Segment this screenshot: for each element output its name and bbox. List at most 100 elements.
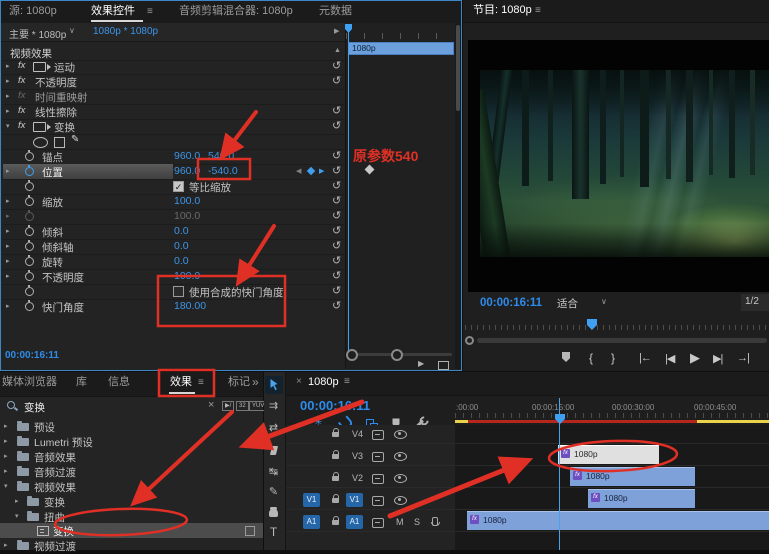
effect-row-transform[interactable]: ▾ fx 变换 ↺ [2,119,346,135]
opacity-value[interactable]: 100.0 [174,270,200,282]
stopwatch-icon[interactable] [25,242,34,251]
collapse-icon[interactable]: ▲ [334,47,341,54]
sync-lock-icon[interactable] [372,452,384,462]
zoom-handle-left[interactable] [346,349,358,361]
caret-down-icon[interactable]: ∨ [69,26,75,35]
add-marker-icon[interactable] [562,352,570,362]
prop-row-position[interactable]: ▸ 位置 960.0 -540.0 ◀ ▶ ↺ [2,164,346,180]
prop-row-skew[interactable]: ▸ 倾斜 0.0 ↺ [2,224,346,240]
prop-row-shutter-angle[interactable]: ▸ 快门角度 180.00 ↺ [2,299,346,314]
twirl-icon[interactable]: ▸ [4,467,8,475]
reset-icon[interactable]: ↺ [332,284,341,297]
position-x-value[interactable]: 960.0 [174,165,200,177]
shutter-angle-value[interactable]: 180.00 [174,300,206,312]
sequence-clip-label[interactable]: 1080p * 1080p [93,26,158,37]
source-patch-v1[interactable]: V1 [303,493,320,507]
reset-icon[interactable]: ↺ [332,194,341,207]
program-timecode[interactable]: 00:00:16:11 [480,297,542,309]
twirl-icon[interactable]: ▸ [4,422,8,430]
tree-item-lumetri-presets[interactable]: ▸ Lumetri 预设 [0,434,263,449]
twirl-icon[interactable]: ▸ [6,227,10,235]
prop-row-opacity[interactable]: ▸ 不透明度 100.0 ↺ [2,269,346,285]
toggle-output-eye-icon[interactable] [394,430,407,439]
zoom-handle-right[interactable] [391,349,403,361]
skew-axis-value[interactable]: 0.0 [174,240,189,252]
source-patch-a1[interactable]: A1 [303,515,320,529]
tree-item-video-effects[interactable]: ▾ 视频效果 [0,479,263,494]
ec-scrollbar-thumb[interactable] [456,25,460,111]
hand-tool[interactable] [265,504,282,521]
badge-32bit[interactable]: 32 [236,401,249,411]
reset-icon[interactable]: ↺ [332,119,341,132]
mark-in-button[interactable]: { [589,351,592,365]
clip-v4-selected[interactable]: fx 1080p [558,445,659,464]
anchor-y-value[interactable]: 540.0 [208,150,234,162]
selection-tool[interactable] [265,376,283,394]
sync-lock-icon[interactable] [372,496,384,506]
step-forward-button[interactable]: ▶| [713,352,722,365]
tab-library[interactable]: 库 [76,372,87,393]
position-y-value[interactable]: -540.0 [208,165,238,177]
twirl-icon[interactable]: ▾ [15,512,19,520]
reset-icon[interactable]: ↺ [332,269,341,282]
sync-lock-icon[interactable] [372,430,384,440]
twirl-icon[interactable]: ▸ [6,77,10,85]
twirl-icon[interactable]: ▸ [6,272,10,280]
tab-effect-controls[interactable]: 效果控件 [91,1,135,22]
tab-markers[interactable]: 标记 [228,372,250,393]
keyframe-diamond-icon[interactable] [365,165,375,175]
tree-item-presets[interactable]: ▸ 预设 [0,419,263,434]
play-around-icon[interactable]: ▶ [418,359,424,368]
next-keyframe-icon[interactable]: ▶ [319,167,324,175]
twirl-icon[interactable]: ▸ [15,497,19,505]
tree-item-transform-effect-selected[interactable]: 变换 [0,523,263,538]
twirl-icon[interactable]: ▸ [6,167,10,175]
tree-item-video-transitions[interactable]: ▸ 视频过渡 [0,538,263,553]
prop-row-use-comp-shutter[interactable]: 使用合成的快门角度 ↺ [2,284,346,300]
reset-icon[interactable]: ↺ [332,179,341,192]
toggle-output-eye-icon[interactable] [394,452,407,461]
solo-button[interactable]: S [414,517,420,527]
lock-icon[interactable] [332,454,339,459]
twirl-icon[interactable]: ▸ [6,92,10,100]
twirl-icon[interactable]: ▸ [4,437,8,445]
stopwatch-icon[interactable] [25,182,34,191]
lock-icon[interactable] [332,432,339,437]
mark-out-button[interactable]: } [611,351,614,365]
twirl-icon[interactable]: ▾ [4,482,8,490]
ripple-edit-tool[interactable]: ⇄ [265,420,282,437]
effect-row-time-remap[interactable]: ▸ fx 时间重映射 [2,89,346,105]
tab-info[interactable]: 信息 [108,372,130,393]
program-scrubber[interactable] [465,325,767,330]
pen-mask-icon[interactable]: ✎ [71,134,79,145]
reset-icon[interactable]: ↺ [332,149,341,162]
prop-row-scale-width[interactable]: ▸ 100.0 ↺ [2,209,346,225]
close-tab-icon[interactable]: × [296,376,302,387]
tree-item-audio-transitions[interactable]: ▸ 音频过渡 [0,464,263,479]
prop-row-skew-axis[interactable]: ▸ 倾斜轴 0.0 ↺ [2,239,346,255]
prop-row-uniform-scale[interactable]: ✓ 等比缩放 ↺ [2,179,346,195]
tab-source[interactable]: 源: 1080p [9,1,57,22]
clip-v2[interactable]: fx 1080p [588,489,695,508]
rotation-value[interactable]: 0.0 [174,255,189,267]
twirl-icon[interactable]: ▸ [6,242,10,250]
ec-timecode[interactable]: 00:00:16:11 [5,350,59,361]
go-to-in-button[interactable]: |← [639,352,651,364]
mini-clip-bar[interactable]: 1080p [348,42,454,55]
use-comp-shutter-checkbox[interactable] [173,286,184,297]
track-label[interactable]: V2 [352,473,363,483]
panel-menu-icon[interactable]: ≡ [535,0,541,21]
reset-icon[interactable]: ↺ [332,239,341,252]
mini-playhead-head[interactable] [345,24,352,33]
tree-item-distort-folder[interactable]: ▾ 扭曲 [0,509,263,524]
reset-icon[interactable]: ↺ [332,164,341,177]
toggle-output-eye-icon[interactable] [394,496,407,505]
skew-value[interactable]: 0.0 [174,225,189,237]
twirl-icon[interactable]: ▸ [6,107,10,115]
reset-icon[interactable]: ↺ [332,104,341,117]
twirl-icon[interactable]: ▾ [6,122,10,130]
sync-lock-icon[interactable] [372,518,384,528]
sequence-tab[interactable]: 1080p [308,376,339,388]
tree-item-audio-effects[interactable]: ▸ 音频效果 [0,449,263,464]
effect-row-motion[interactable]: ▸ fx 运动 ↺ [2,59,346,75]
